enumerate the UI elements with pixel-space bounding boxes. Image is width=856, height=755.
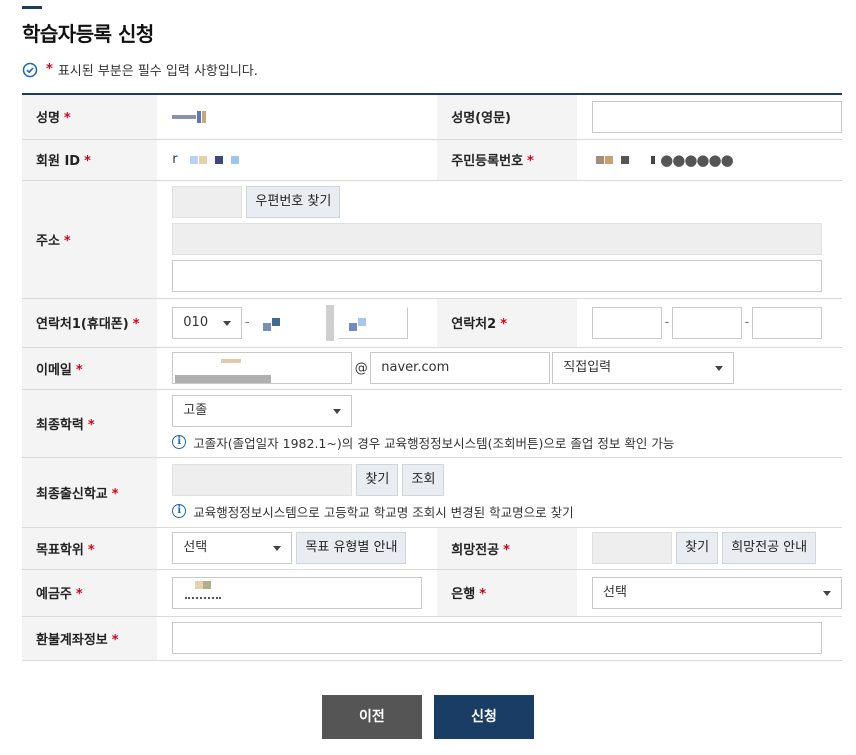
info-icon: i <box>172 435 187 449</box>
depositor-cell <box>157 569 438 617</box>
desired-major-input[interactable] <box>592 532 672 564</box>
email-domain-input[interactable]: naver.com <box>370 352 551 384</box>
desired-major-cell: 찾기 희망전공 안내 <box>577 527 842 570</box>
row-school: 최종출신학교 * 찾기 조회 i 교육행정정보시스템으로 고등학교 학교명 조회시 … <box>22 457 842 528</box>
apply-button[interactable]: 신청 <box>434 695 535 739</box>
label-depositor: 예금주 * <box>22 569 158 617</box>
row-member-id: 회원 ID * r 주민등록번호 * ●●●●●● <box>22 139 842 181</box>
zip-search-button[interactable]: 우편번호 찾기 <box>246 186 341 218</box>
label-phone2: 연락처2 * <box>437 298 577 348</box>
name-en-cell <box>577 94 842 140</box>
member-id-value: r <box>157 139 438 181</box>
chevron-down-icon <box>333 408 342 414</box>
email-at-sign: @ <box>354 360 368 376</box>
education-info: i 고졸자(졸업일자 1982.1~)의 경우 교육행정정보시스템(조회버튼)으로… <box>172 433 828 452</box>
required-note-text: 표시된 부분은 필수 입력 사항입니다. <box>57 64 258 79</box>
email-domain-select[interactable]: 직접입력 <box>552 352 735 384</box>
school-cell: 찾기 조회 i 교육행정정보시스템으로 고등학교 학교명 조회시 변경된 학교명으… <box>157 457 842 528</box>
check-circle-icon <box>22 62 38 77</box>
address-detail-input[interactable] <box>172 260 823 292</box>
label-resident-no: 주민등록번호 * <box>437 139 577 181</box>
education-select[interactable]: 고졸 <box>172 394 353 427</box>
refund-account-input[interactable] <box>172 622 823 654</box>
row-email: 이메일 * @ naver.com 직접입력 <box>22 347 842 390</box>
chevron-down-icon <box>823 590 831 596</box>
phone1-cell: 010- <box>157 298 438 348</box>
label-school: 최종출신학교 * <box>22 457 158 528</box>
desired-major-find-button[interactable]: 찾기 <box>676 532 719 564</box>
label-name-en: 성명(영문) <box>437 94 577 140</box>
target-degree-guide-button[interactable]: 목표 유형별 안내 <box>296 532 407 564</box>
info-icon: i <box>172 504 187 518</box>
label-desired-major: 희망전공 * <box>437 527 577 570</box>
masked-separator <box>326 304 335 341</box>
address-cell: 우편번호 찾기 <box>157 180 842 299</box>
label-address: 주소 * <box>22 180 158 299</box>
refund-account-cell <box>157 616 842 661</box>
chevron-down-icon <box>223 320 232 326</box>
page-title: 학습자등록 신청 <box>22 22 154 46</box>
label-member-id: 회원 ID * <box>22 139 158 181</box>
resident-no-value: ●●●●●● <box>577 139 842 181</box>
phone2-middle-input[interactable] <box>672 306 742 339</box>
school-info: i 교육행정정보시스템으로 고등학교 학교명 조회시 변경된 학교명으로 찾기 <box>172 502 828 521</box>
depositor-input[interactable] <box>172 576 423 609</box>
phone2-prefix-input[interactable] <box>592 306 662 339</box>
label-bank: 은행 * <box>437 569 577 617</box>
desired-major-guide-button[interactable]: 희망전공 안내 <box>722 532 817 564</box>
zip-code-input[interactable] <box>172 186 243 218</box>
bank-cell: 선택 <box>577 569 842 617</box>
phone1-middle-input[interactable] <box>252 306 323 339</box>
row-account-holder: 예금주 * 은행 * 선택 <box>22 569 842 617</box>
row-phone: 연락처1(휴대폰) * 010- 연락처2 * -- <box>22 298 842 348</box>
chevron-down-icon <box>273 546 282 551</box>
row-refund-account: 환불계좌정보 * <box>22 616 842 661</box>
target-degree-select[interactable]: 선택 <box>172 532 293 564</box>
school-input[interactable] <box>172 463 353 496</box>
label-phone1: 연락처1(휴대폰) * <box>22 298 158 348</box>
bank-select[interactable]: 선택 <box>592 576 842 609</box>
school-lookup-button[interactable]: 조회 <box>402 463 445 496</box>
education-cell: 고졸 i 고졸자(졸업일자 1982.1~)의 경우 교육행정정보시스템(조회버튼… <box>157 389 842 458</box>
chevron-down-icon <box>715 366 724 371</box>
email-cell: @ naver.com 직접입력 <box>157 347 842 390</box>
row-education: 최종학력 * 고졸 i 고졸자(졸업일자 1982.1~)의 경우 교육행정정보시스… <box>22 389 842 458</box>
target-degree-cell: 선택 목표 유형별 안내 <box>157 527 438 570</box>
row-address: 주소 * 우편번호 찾기 <box>22 180 842 299</box>
school-find-button[interactable]: 찾기 <box>356 463 399 496</box>
email-id-input[interactable] <box>172 352 353 384</box>
required-mark: * <box>46 62 53 77</box>
name-en-input[interactable] <box>592 100 842 133</box>
label-education: 최종학력 * <box>22 389 158 458</box>
address-base-input[interactable] <box>172 223 823 255</box>
label-name: 성명 * <box>22 94 158 140</box>
resident-no-masked: ●●●●●● <box>596 151 734 169</box>
phone2-last-input[interactable] <box>752 306 822 339</box>
title-accent-bar <box>22 6 42 9</box>
phone1-prefix-select[interactable]: 010 <box>172 306 243 339</box>
required-note: * 표시된 부분은 필수 입력 사항입니다. <box>22 60 258 79</box>
label-email: 이메일 * <box>22 347 158 390</box>
name-masked <box>172 109 207 124</box>
registration-form: 성명 * 성명(영문) 회원 ID * r 주민등록번호 * ●●●●●● 주소… <box>22 93 842 661</box>
row-degree: 목표학위 * 선택 목표 유형별 안내 희망전공 * 찾기 희망전공 안내 <box>22 527 842 570</box>
phone1-last-input[interactable] <box>338 306 409 339</box>
prev-button[interactable]: 이전 <box>321 695 422 739</box>
label-target-degree: 목표학위 * <box>22 527 158 570</box>
member-id-masked <box>189 152 240 167</box>
row-name: 성명 * 성명(영문) <box>22 94 842 140</box>
form-actions: 이전 신청 <box>0 695 856 739</box>
label-refund-account: 환불계좌정보 * <box>22 616 158 661</box>
member-id-prefix: r <box>172 152 178 167</box>
phone2-cell: -- <box>577 298 842 348</box>
name-value <box>157 94 438 140</box>
